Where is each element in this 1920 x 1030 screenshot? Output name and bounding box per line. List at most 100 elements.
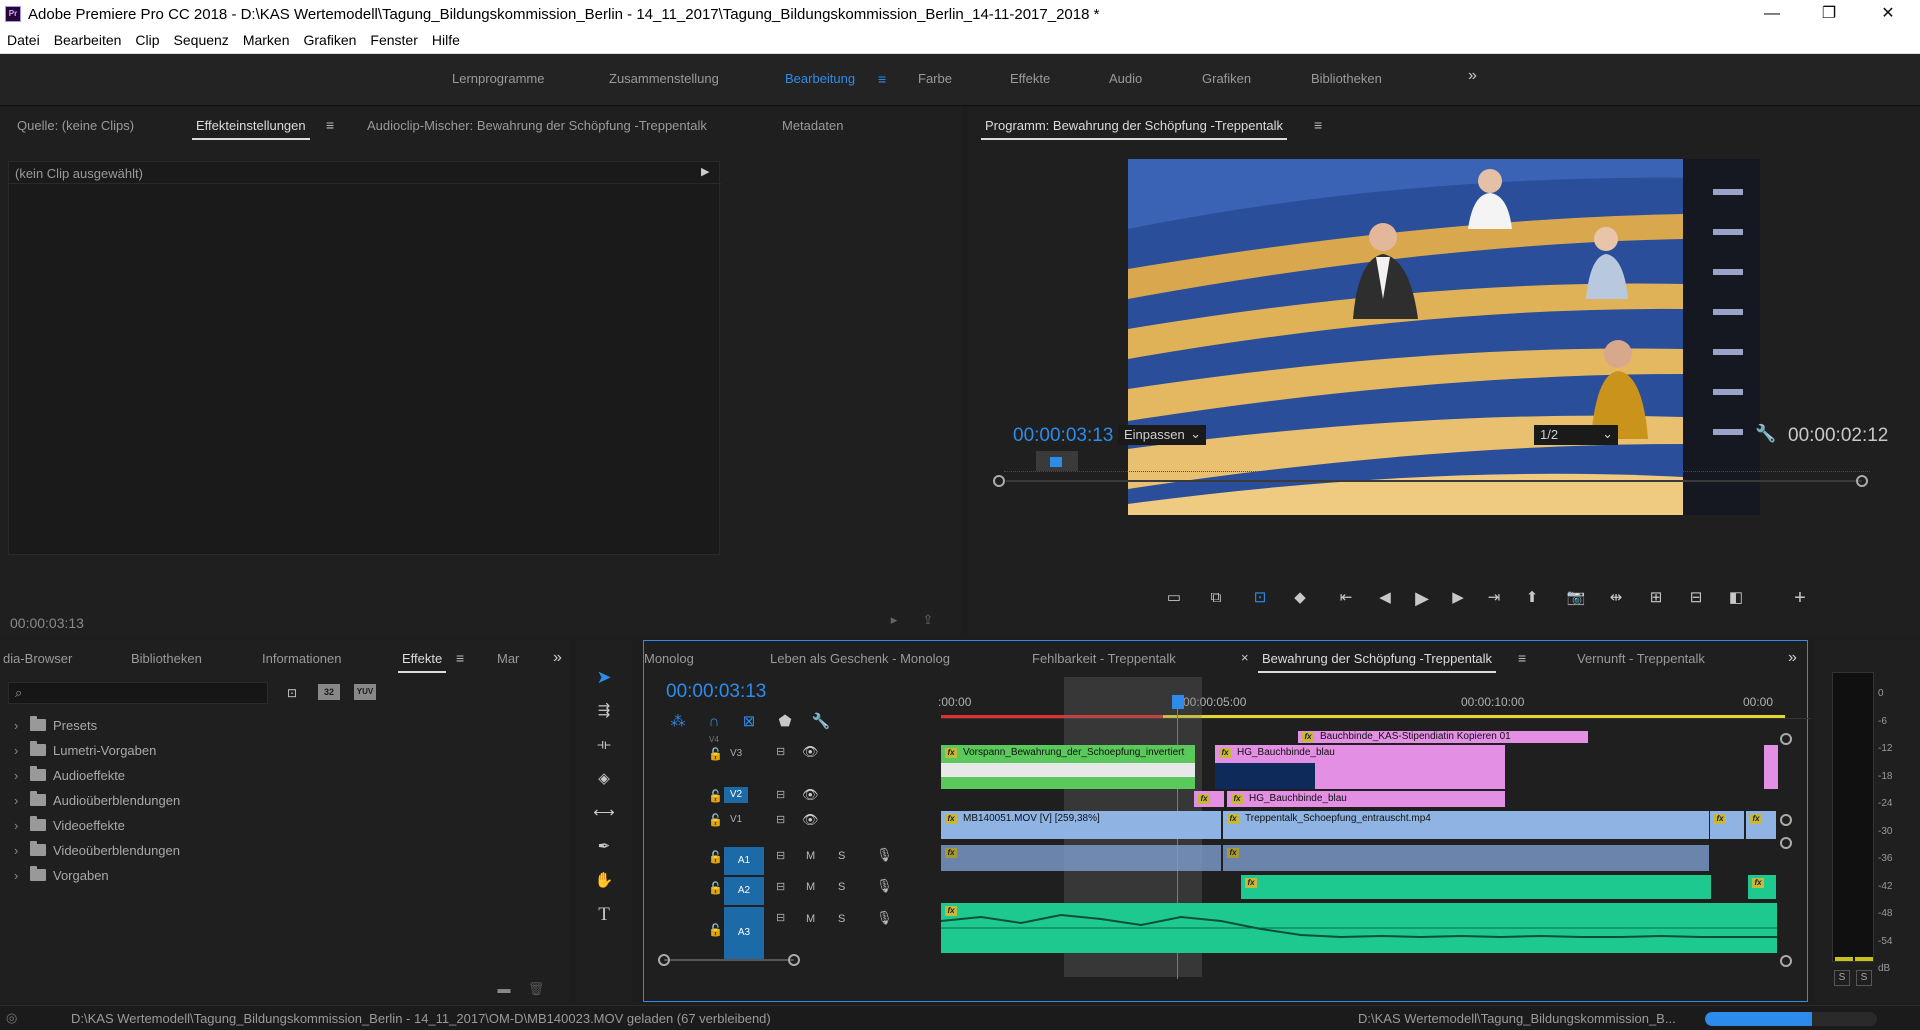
clip-edge-graphic[interactable] (1764, 745, 1778, 789)
mute-button[interactable]: M (806, 881, 815, 893)
track-label-v1[interactable]: V1 (730, 814, 742, 825)
tab-markers[interactable]: Mar (497, 651, 519, 666)
panel-overflow-icon[interactable]: » (553, 649, 562, 667)
mute-button[interactable]: M (806, 850, 815, 862)
program-playhead-timecode[interactable]: 00:00:03:13 (1013, 425, 1113, 447)
selection-tool-icon[interactable]: ➤ (590, 664, 618, 690)
linked-selection-icon[interactable]: ⊠ (735, 709, 763, 735)
clip-a1-audio-2[interactable]: fx (1223, 845, 1709, 871)
trim-icon[interactable]: ⇹ (1602, 585, 1630, 611)
timeline-settings-icon[interactable]: 🔧 (807, 709, 835, 735)
workspace-effekte[interactable]: Effekte (1010, 71, 1050, 86)
tab-metadata[interactable]: Metadaten (782, 118, 843, 133)
menu-hilfe[interactable]: Hilfe (425, 28, 467, 48)
timeline-playhead-handle[interactable] (1172, 695, 1184, 709)
fit-dropdown[interactable]: Einpassen ⌄ (1118, 425, 1206, 445)
microphone-icon[interactable]: 🎙 (876, 878, 893, 894)
tab-seq-leben[interactable]: Leben als Geschenk - Monolog (770, 651, 950, 666)
workspace-audio[interactable]: Audio (1109, 71, 1142, 86)
clip-a1-audio[interactable]: fx (941, 845, 1221, 871)
clip-a3-audio[interactable]: fx (941, 903, 1777, 953)
timeline-zoom-bar[interactable] (664, 959, 794, 961)
tab-effects[interactable]: Effekte (397, 651, 447, 673)
eye-icon[interactable]: 👁 (802, 744, 819, 760)
track-label-a1[interactable]: A1 (724, 847, 764, 875)
timeline-zoom-right[interactable] (788, 954, 800, 966)
compare-view-icon[interactable]: ⧉ (1202, 585, 1230, 611)
safe-margins-icon[interactable]: ▭ (1160, 585, 1188, 611)
accelerated-effects-icon[interactable]: ⊡ (278, 680, 306, 706)
clip-mb140051[interactable]: fx MB140051.MOV [V] [259,38%] (941, 811, 1221, 839)
v-scroll-mid[interactable] (1780, 814, 1792, 826)
lift-icon[interactable]: ⬆ (1518, 585, 1546, 611)
workspace-more-icon[interactable]: » (1468, 67, 1477, 85)
clip-a2-end[interactable]: fx (1748, 875, 1776, 899)
track-label-v2[interactable]: V2 (724, 787, 748, 803)
workspace-bibliotheken[interactable]: Bibliotheken (1311, 71, 1382, 86)
hand-tool-icon[interactable]: ✋ (590, 868, 618, 894)
tree-item-video-effects[interactable]: › Videoeffekte (14, 816, 125, 833)
tab-effect-controls[interactable]: Effekteinstellungen (192, 118, 310, 140)
timeline-timecode[interactable]: 00:00:03:13 (666, 681, 766, 703)
new-folder-icon[interactable]: ▬ (490, 976, 518, 1002)
export-icon[interactable]: ⇪ (914, 607, 942, 633)
solo-right-button[interactable]: S (1856, 970, 1872, 986)
zoom-handle-left[interactable] (993, 475, 1005, 487)
sync-lock-icon[interactable]: ⊟ (776, 813, 785, 826)
expand-triangle-icon[interactable]: ▶ (701, 165, 709, 178)
clip-hg-bauchbinde-2[interactable]: fx HG_Bauchbinde_blau (1227, 791, 1505, 807)
program-monitor-title[interactable]: Programm: Bewahrung der Schöpfung -Trepp… (981, 118, 1287, 140)
add-marker-icon[interactable]: ◆ (1286, 585, 1314, 611)
tab-seq-bewahrung[interactable]: Bewahrung der Schöpfung -Treppentalk (1257, 651, 1497, 673)
camera-icon[interactable]: 📷 (1562, 585, 1590, 611)
program-time-ruler[interactable] (1004, 458, 1870, 472)
close-button[interactable]: ✕ (1868, 2, 1908, 26)
go-to-out-icon[interactable]: ⇥ (1480, 585, 1508, 611)
tab-libraries[interactable]: Bibliotheken (131, 651, 202, 666)
lock-icon[interactable]: 🔓 (708, 813, 723, 827)
effects-menu-icon[interactable]: ≡ (456, 650, 464, 666)
lock-icon[interactable]: 🔓 (708, 747, 723, 761)
tab-media-browser[interactable]: dia-Browser (3, 651, 72, 666)
lock-icon[interactable]: 🔓 (708, 881, 723, 895)
workspace-farbe[interactable]: Farbe (918, 71, 952, 86)
menu-sequenz[interactable]: Sequenz (167, 28, 236, 48)
v-scroll-top[interactable] (1780, 733, 1792, 745)
go-to-in-icon[interactable]: ⇤ (1332, 585, 1360, 611)
maximize-button[interactable]: ❐ (1809, 2, 1849, 26)
menu-marken[interactable]: Marken (236, 28, 297, 48)
program-monitor-menu-icon[interactable]: ≡ (1314, 117, 1322, 133)
clip-vorspann[interactable]: fx Vorspann_Bewahrung_der_Schoepfung_inve… (941, 745, 1195, 763)
timeline-zoom-left[interactable] (658, 954, 670, 966)
tab-source[interactable]: Quelle: (keine Clips) (17, 118, 134, 133)
clip-v1-end[interactable]: fx (1710, 811, 1744, 839)
sync-lock-icon[interactable]: ⊟ (776, 880, 785, 893)
workspace-menu-icon[interactable]: ≡ (878, 71, 886, 87)
tab-audioclip-mixer[interactable]: Audioclip-Mischer: Bewahrung der Schöpfu… (367, 118, 707, 133)
tree-item-lumetri[interactable]: › Lumetri-Vorgaben (14, 741, 156, 758)
tree-item-audio-effects[interactable]: › Audioeffekte (14, 766, 125, 783)
multicam-icon[interactable]: ⊡ (1246, 585, 1274, 611)
trash-icon[interactable]: 🗑 (522, 976, 550, 1002)
menu-datei[interactable]: Datei (0, 28, 47, 48)
solo-button[interactable]: S (838, 913, 845, 925)
tree-item-presets[interactable]: › Presets (14, 716, 97, 733)
lock-icon[interactable]: 🔓 (708, 850, 723, 864)
resolution-dropdown[interactable]: 1/2 ⌄ (1534, 425, 1618, 445)
lock-icon[interactable]: 🔓 (708, 789, 723, 803)
clip-a2-audio[interactable]: fx (1241, 875, 1711, 899)
workspace-lernprogramme[interactable]: Lernprogramme (452, 71, 545, 86)
timeline-menu-icon[interactable]: ≡ (1518, 650, 1526, 666)
mute-button[interactable]: M (806, 913, 815, 925)
workspace-zusammenstellung[interactable]: Zusammenstellung (609, 71, 719, 86)
nest-toggle-icon[interactable]: ⁂ (664, 709, 692, 735)
tab-seq-fehlbarkeit[interactable]: Fehlbarkeit - Treppentalk (1032, 651, 1176, 666)
menu-grafiken[interactable]: Grafiken (297, 28, 364, 48)
type-tool-icon[interactable]: T (590, 902, 618, 928)
32bit-effects-icon[interactable]: 32 (318, 684, 340, 700)
razor-tool-icon[interactable]: ◈ (590, 766, 618, 792)
tab-seq-monolog[interactable]: Monolog (644, 651, 694, 666)
workspace-grafiken[interactable]: Grafiken (1202, 71, 1251, 86)
effects-search-input[interactable]: ⌕ (8, 682, 268, 704)
add-button-icon[interactable]: + (1786, 585, 1814, 611)
